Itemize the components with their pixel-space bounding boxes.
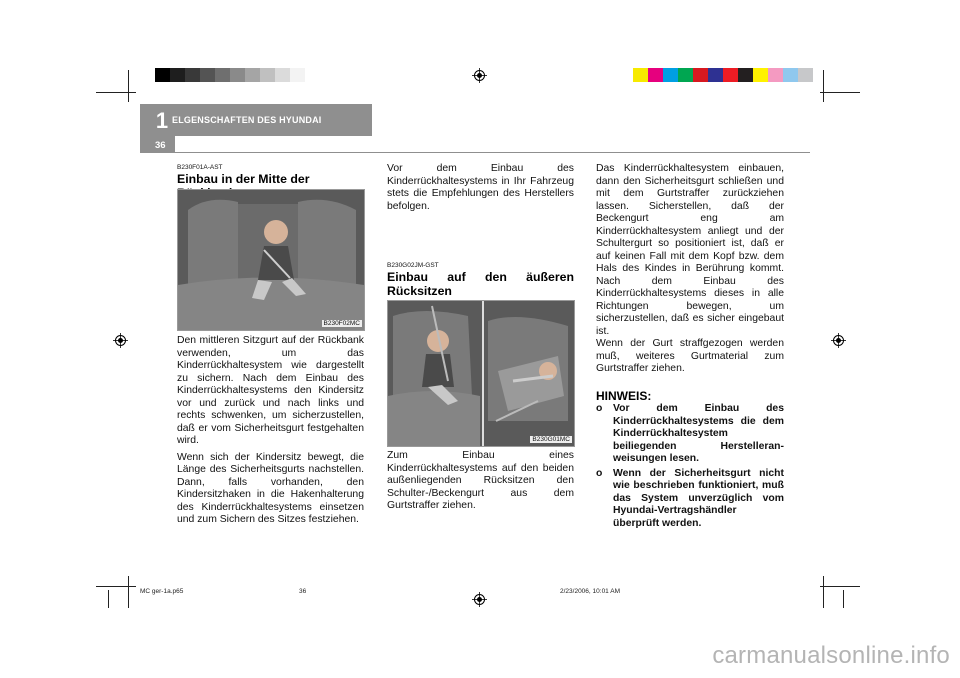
crop-mark xyxy=(128,576,129,608)
chapter-title: ELGENSCHAFTEN DES HYUNDAI xyxy=(172,115,322,125)
crop-mark xyxy=(823,576,824,608)
color-swatch xyxy=(768,68,783,82)
registration-mark-icon xyxy=(472,592,487,607)
crop-mark xyxy=(820,586,860,587)
color-swatch xyxy=(663,68,678,82)
watermark: carmanualsonline.info xyxy=(712,642,950,669)
note-item: o Vor dem Einbau des Kinderrückhaltesyst… xyxy=(596,403,784,466)
crop-mark xyxy=(820,92,860,93)
paragraph: Das Kinderrückhaltesystem einbauen, dann… xyxy=(596,163,784,337)
color-swatch xyxy=(215,68,230,82)
note-list: o Vor dem Einbau des Kinderrückhaltesyst… xyxy=(596,403,784,532)
col1-text: Den mittleren Sitzgurt auf der Rückbank … xyxy=(177,335,364,531)
crop-mark xyxy=(843,590,844,608)
image-label: B230F02MC xyxy=(321,320,362,327)
color-swatch xyxy=(275,68,290,82)
color-swatch xyxy=(738,68,753,82)
footer-date: 2/23/2006, 10:01 AM xyxy=(560,588,620,595)
color-swatch xyxy=(230,68,245,82)
section-code: B230F01A-AST xyxy=(177,164,223,171)
illustration-outer-seat: B230G01MC xyxy=(387,300,575,447)
chapter-number: 1 xyxy=(155,108,169,133)
col3-text: Das Kinderrückhaltesystem einbauen, dann… xyxy=(596,163,784,380)
color-swatch xyxy=(260,68,275,82)
note-text: Wenn der Sicherheitsgurt nicht wie besch… xyxy=(613,467,784,529)
paragraph: Wenn sich der Kindersitz bewegt, die Län… xyxy=(177,451,364,526)
outer-seat-illustration-icon xyxy=(388,301,574,446)
registration-mark-icon xyxy=(472,68,487,83)
note-bullet: o xyxy=(596,467,603,479)
color-swatch xyxy=(245,68,260,82)
color-swatch xyxy=(693,68,708,82)
paragraph: Vor dem Einbau des Kinderrückhaltesystem… xyxy=(387,163,574,212)
color-swatch xyxy=(798,68,813,82)
color-swatch xyxy=(185,68,200,82)
gray-color-strip xyxy=(155,68,305,82)
registration-mark-icon xyxy=(831,333,846,348)
color-swatch xyxy=(783,68,798,82)
color-swatch xyxy=(753,68,768,82)
illustration-center-seat: B230F02MC xyxy=(177,189,365,331)
crop-mark xyxy=(823,70,824,102)
crop-mark xyxy=(96,92,136,93)
image-label: B230G01MC xyxy=(530,436,572,443)
footer-file: MC ger-1a.p65 xyxy=(140,588,184,595)
crop-mark xyxy=(128,70,129,102)
crop-mark xyxy=(108,590,109,608)
page-number: 36 xyxy=(155,140,166,151)
note-title: HINWEIS: xyxy=(596,389,652,403)
color-swatch xyxy=(633,68,648,82)
center-seat-illustration-icon xyxy=(178,190,364,330)
note-text: Vor dem Einbau des Kinderrückhaltesystem… xyxy=(613,403,784,464)
color-swatch xyxy=(200,68,215,82)
color-swatch xyxy=(678,68,693,82)
cmyk-color-strip xyxy=(633,68,813,82)
color-swatch xyxy=(648,68,663,82)
registration-mark-icon xyxy=(113,333,128,348)
crop-mark xyxy=(96,586,136,587)
color-swatch xyxy=(155,68,170,82)
color-swatch xyxy=(723,68,738,82)
color-swatch xyxy=(708,68,723,82)
paragraph: Den mittleren Sitzgurt auf der Rückbank … xyxy=(177,335,364,446)
col2-intro: Vor dem Einbau des Kinderrückhaltesystem… xyxy=(387,163,574,217)
paragraph: Zum Einbau eines Kinderrückhaltesystems … xyxy=(387,450,574,511)
note-item: o Wenn der Sicherheitsgurt nicht wie bes… xyxy=(596,468,784,531)
footer-page: 36 xyxy=(299,588,307,595)
col2-text: Zum Einbau eines Kinderrückhaltesystems … xyxy=(387,450,574,517)
note-bullet: o xyxy=(596,403,603,414)
paragraph: Wenn der Gurt straffgezogen werden muß, … xyxy=(596,338,784,374)
color-swatch xyxy=(290,68,305,82)
color-swatch xyxy=(170,68,185,82)
section-heading: Einbau auf den äußeren Rücksitzen xyxy=(387,270,574,298)
section-code: B230G02JM-GST xyxy=(387,262,439,269)
header-rule xyxy=(140,152,810,153)
